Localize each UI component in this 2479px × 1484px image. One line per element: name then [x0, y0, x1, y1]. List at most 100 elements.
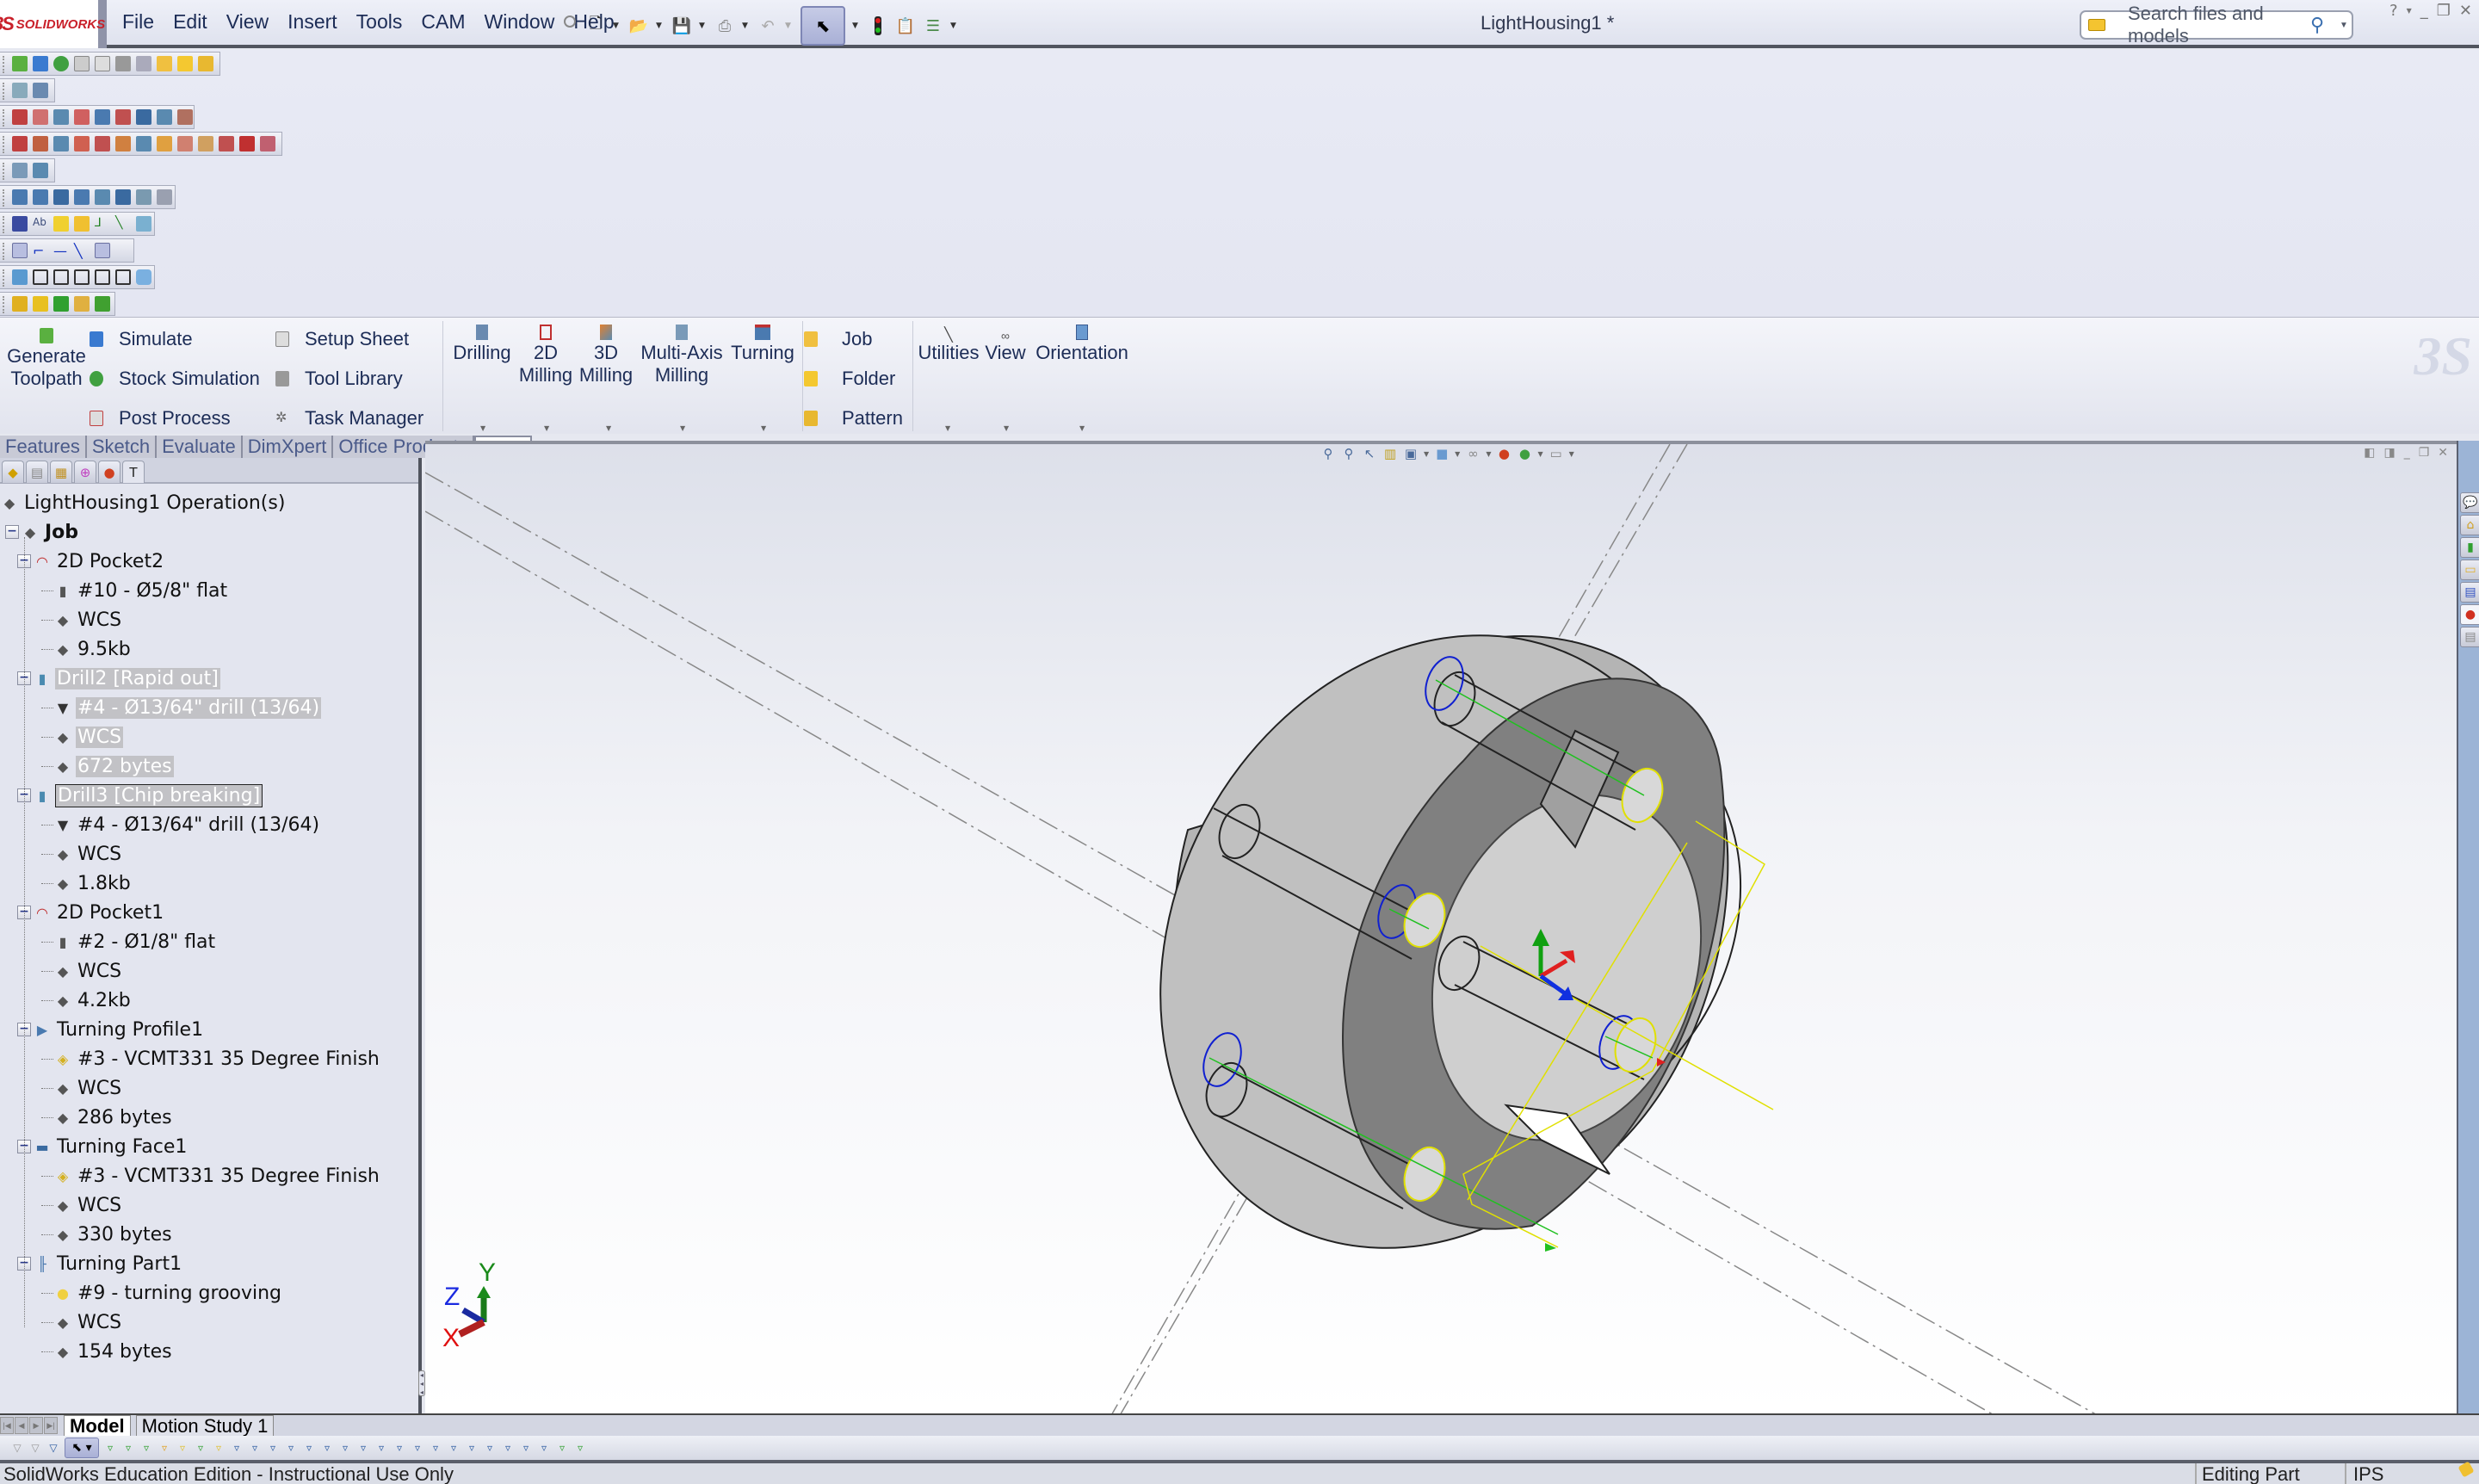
- selection-filter-icon[interactable]: ▿: [501, 1440, 515, 1456]
- selection-filter-icon[interactable]: ▿: [411, 1440, 424, 1456]
- tree-tool[interactable]: ● #9 - turning grooving: [41, 1279, 283, 1307]
- print-dropdown[interactable]: ▼: [742, 22, 751, 30]
- open-dropdown[interactable]: ▼: [656, 22, 665, 30]
- tree-tool[interactable]: ▼ #4 - Ø13/64" drill (13/64): [41, 811, 321, 838]
- close-icon[interactable]: ✕: [2459, 2, 2472, 21]
- property-manager-icon[interactable]: ▤: [26, 461, 48, 483]
- selection-filter-icon[interactable]: ▿: [555, 1440, 569, 1456]
- orientation-button[interactable]: Orientation: [1031, 325, 1133, 364]
- 2d-op-icon[interactable]: [177, 109, 193, 125]
- rebuild-icon[interactable]: [868, 15, 888, 37]
- post-process-button[interactable]: Post Process: [90, 399, 260, 438]
- selection-filter-icon[interactable]: ▿: [302, 1440, 316, 1456]
- sketch-icon[interactable]: [12, 216, 28, 232]
- turning-op-icon[interactable]: [12, 189, 28, 205]
- search-icon[interactable]: ⚲: [2310, 14, 2340, 36]
- plane-icon[interactable]: [53, 216, 69, 232]
- tree-toolpath-size[interactable]: ◆ 154 bytes: [41, 1338, 174, 1365]
- selection-filter-select[interactable]: ⬉ ▾: [65, 1438, 99, 1458]
- search-icon[interactable]: ▭: [2460, 560, 2479, 580]
- 2d-op-icon[interactable]: [115, 109, 131, 125]
- 3d-op-icon[interactable]: [33, 136, 48, 151]
- triad-icon[interactable]: [12, 243, 28, 258]
- pane-splitter[interactable]: ◂ ◂ ◂: [418, 1370, 425, 1396]
- utilities-dropdown[interactable]: ▼: [945, 424, 950, 432]
- 2d-op-icon[interactable]: [74, 109, 90, 125]
- simulate-icon[interactable]: [33, 56, 48, 71]
- open-icon[interactable]: 📂: [628, 15, 649, 37]
- selection-filter-icon[interactable]: ▿: [248, 1440, 262, 1456]
- tree-operation[interactable]: − ▶ Turning Profile1: [17, 1016, 205, 1043]
- 3d-model-view[interactable]: [425, 444, 2457, 1413]
- simulate-button[interactable]: Simulate: [90, 319, 260, 359]
- pattern-icon[interactable]: [198, 56, 213, 71]
- menu-edit[interactable]: Edit: [171, 7, 209, 37]
- 3d-op-icon[interactable]: [74, 136, 90, 151]
- tree-wcs[interactable]: ◆ WCS: [41, 1191, 123, 1219]
- filter-toggle-icon[interactable]: ▽: [10, 1440, 24, 1456]
- selection-filter-icon[interactable]: ▿: [374, 1440, 388, 1456]
- file-properties-icon[interactable]: 📋: [895, 15, 916, 37]
- prev-tab-icon[interactable]: ◀: [15, 1417, 28, 1434]
- selection-filter-icon[interactable]: ▿: [212, 1440, 226, 1456]
- selection-filter-icon[interactable]: ▿: [356, 1440, 370, 1456]
- 3d-milling-button[interactable]: 3D Milling: [575, 325, 637, 386]
- selection-filter-icon[interactable]: ▿: [266, 1440, 280, 1456]
- turning-op-icon[interactable]: [33, 189, 48, 205]
- custom-properties-icon[interactable]: ▤: [2460, 627, 2479, 647]
- collapse-icon[interactable]: −: [5, 525, 19, 539]
- save-icon[interactable]: 💾: [671, 15, 692, 37]
- isometric-icon[interactable]: [136, 269, 151, 285]
- diagonal-line-icon[interactable]: ╲: [74, 243, 90, 259]
- turning-button[interactable]: Turning: [725, 325, 801, 364]
- menu-window[interactable]: Window: [483, 7, 557, 37]
- selection-filter-icon[interactable]: ▿: [176, 1440, 189, 1456]
- feature-icon[interactable]: [12, 296, 28, 312]
- setup-sheet-button[interactable]: Setup Sheet: [275, 319, 423, 359]
- multi-axis-milling-button[interactable]: Multi-Axis Milling: [637, 325, 726, 386]
- selection-filter-icon[interactable]: ▿: [465, 1440, 479, 1456]
- selection-filter-icon[interactable]: ▿: [320, 1440, 334, 1456]
- drilling-dropdown[interactable]: ▼: [480, 424, 485, 432]
- selection-filter-icon[interactable]: ▿: [338, 1440, 352, 1456]
- view-palette-icon[interactable]: ▤: [2460, 582, 2479, 603]
- post-process-icon[interactable]: [74, 56, 90, 71]
- job-button[interactable]: Job: [804, 319, 903, 359]
- cylinder-icon[interactable]: [95, 243, 110, 258]
- tree-tool[interactable]: ◈ #3 - VCMT331 35 Degree Finish: [41, 1045, 381, 1073]
- selection-filter-icon[interactable]: ▿: [103, 1440, 117, 1456]
- tree-wcs[interactable]: ◆ WCS: [41, 957, 123, 985]
- setup-sheet-icon[interactable]: [95, 56, 110, 71]
- select-icon[interactable]: ⬉: [801, 6, 845, 46]
- selection-filter-icon[interactable]: ▿: [139, 1440, 153, 1456]
- tree-toolpath-size[interactable]: ◆ 4.2kb: [41, 986, 133, 1014]
- task-manager-icon[interactable]: [136, 56, 151, 71]
- configuration-manager-icon[interactable]: ▦: [50, 461, 72, 483]
- tree-toolpath-size[interactable]: ◆ 672 bytes: [41, 752, 174, 780]
- generate-toolpath-icon[interactable]: [12, 56, 28, 71]
- job-icon[interactable]: [157, 56, 172, 71]
- task-manager-button[interactable]: ✲ Task Manager: [275, 399, 423, 438]
- 3d-op-icon[interactable]: [177, 136, 193, 151]
- filter-toggle-icon[interactable]: ▽: [46, 1440, 60, 1456]
- help-icon[interactable]: ?: [2389, 2, 2398, 21]
- new-document-icon[interactable]: 🗋: [585, 15, 606, 37]
- 3d-op-icon[interactable]: [157, 136, 172, 151]
- minimize-icon[interactable]: _: [2420, 2, 2428, 21]
- select-dropdown[interactable]: ▼: [852, 22, 861, 30]
- tree-wcs[interactable]: ◆ WCS: [41, 606, 123, 634]
- pin-menu-icon[interactable]: [564, 15, 576, 28]
- selection-filter-icon[interactable]: ▿: [284, 1440, 298, 1456]
- tree-job[interactable]: − ◆ Job: [5, 518, 80, 546]
- turning-op-icon[interactable]: [157, 189, 172, 205]
- feature-icon[interactable]: [53, 296, 69, 312]
- appearances-icon[interactable]: ●: [2460, 604, 2479, 625]
- tree-tool[interactable]: ▼ #4 - Ø13/64" drill (13/64): [41, 694, 322, 721]
- view-cube-icon[interactable]: [33, 269, 48, 285]
- last-tab-icon[interactable]: ▶|: [44, 1417, 58, 1434]
- tab-model[interactable]: Model: [64, 1415, 131, 1437]
- feature-icon[interactable]: [33, 296, 48, 312]
- 2d-milling-dropdown[interactable]: ▼: [544, 424, 549, 432]
- tree-wcs[interactable]: ◆ WCS: [41, 723, 124, 751]
- tool-library-icon[interactable]: [115, 56, 131, 71]
